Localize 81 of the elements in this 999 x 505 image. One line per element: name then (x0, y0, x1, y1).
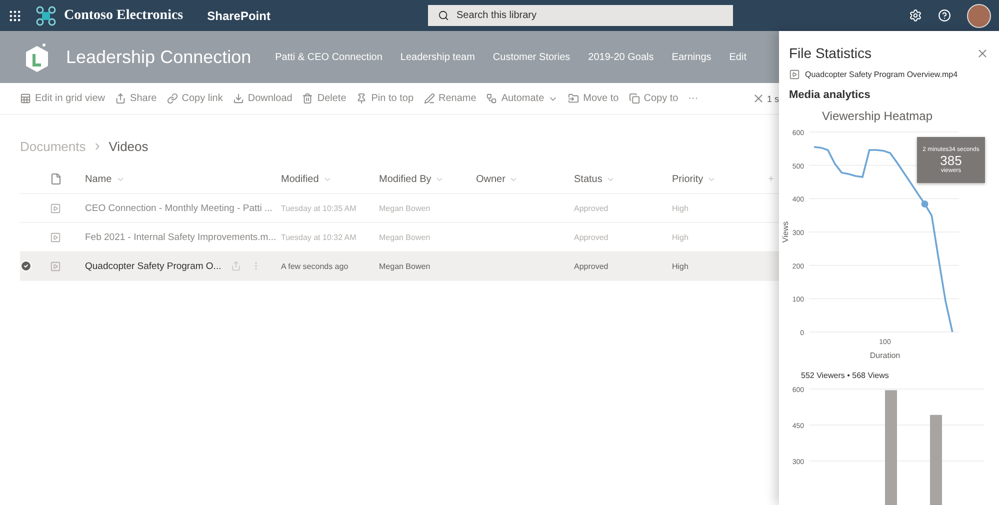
file-name-link[interactable]: Feb 2021 - Internal Safety Improvements.m... (85, 232, 276, 242)
table-cell-text: High (672, 204, 690, 212)
table-cell-text: Tuesday at 10:35 AM (281, 204, 358, 212)
command-button[interactable]: Edit in grid view (20, 93, 106, 104)
trash-icon (302, 93, 314, 104)
more-button[interactable]: ··· (688, 93, 698, 104)
table-row[interactable]: Quadcopter Safety Program O... A few seconds ago Megan Bowen Approved High (20, 252, 780, 281)
breadcrumb-link[interactable]: Videos (108, 138, 148, 154)
command-button[interactable]: Move to (568, 93, 619, 104)
table-cell-text: Megan Bowen (379, 262, 432, 270)
file-type-icon (50, 173, 62, 185)
table-cell-text: Tuesday at 10:32 AM (281, 232, 358, 242)
nav-link[interactable]: Earnings (672, 52, 712, 62)
nav-link[interactable]: Leadership team (400, 52, 475, 62)
search-field[interactable]: Search this library (428, 5, 734, 26)
clear-selection-button[interactable]: 1 s (752, 92, 780, 105)
table-cell-text: High (672, 232, 690, 242)
command-button[interactable]: Rename (424, 93, 476, 104)
settings-icon[interactable] (909, 9, 922, 22)
breadcrumb-link[interactable]: Documents (20, 138, 86, 154)
command-button[interactable]: Share (115, 93, 157, 104)
nav-link[interactable]: 2019-20 Goals (588, 52, 654, 62)
file-name-link[interactable]: Quadcopter Safety Program O... (85, 260, 222, 272)
command-button[interactable]: Delete (302, 93, 346, 104)
share-icon (115, 93, 126, 104)
panel-title: File Statistics (789, 45, 872, 61)
table-cell-text: A few seconds ago (281, 262, 350, 270)
app-launcher-icon[interactable] (8, 8, 22, 22)
table-cell-text: Megan Bowen (379, 232, 432, 242)
site-title: Leadership Connection (66, 46, 252, 68)
table-cell-text: Approved (574, 262, 610, 270)
brand-name: Contoso Electronics (64, 8, 184, 24)
video-file-icon (50, 260, 61, 272)
file-name: Quadcopter Safety Program Overview.mp4 (805, 70, 958, 79)
site-logo-icon (24, 42, 50, 72)
command-button[interactable]: Copy to (628, 93, 678, 104)
chart-title: Viewership Heatmap (822, 109, 934, 123)
command-button[interactable]: Copy link (166, 93, 223, 104)
link-icon (166, 93, 178, 104)
command-button[interactable]: Download (232, 93, 292, 104)
hover-point (921, 200, 928, 208)
nav-link[interactable]: Patti & CEO Connection (275, 52, 382, 62)
check-icon[interactable] (20, 260, 32, 272)
nav-link[interactable]: Edit (729, 52, 746, 62)
table-cell-text: Approved (574, 232, 610, 242)
column-header[interactable]: Modified By (379, 174, 476, 184)
help-icon[interactable] (938, 9, 951, 22)
viewer-summary: 552 Viewers • 568 Views (801, 371, 890, 380)
nav-link[interactable]: Customer Stories (492, 52, 570, 62)
copy-icon (628, 93, 640, 104)
column-header[interactable]: Name (85, 174, 281, 184)
pen-icon (424, 93, 435, 104)
close-icon[interactable] (976, 46, 989, 60)
table-row[interactable]: CEO Connection - Monthly Meeting - Patti ... Tuesday at 10:35 AM Megan Bowen Approved High (20, 194, 780, 223)
tooltip-value: 385 (940, 152, 962, 168)
folder-icon (568, 93, 580, 104)
video-file-icon (50, 202, 61, 214)
table-cell-text: High (672, 262, 690, 270)
flow-icon (486, 93, 498, 104)
drone-logo-icon (36, 6, 56, 26)
y-axis-title: Views (781, 221, 790, 243)
file-name-link[interactable]: CEO Connection - Monthly Meeting - Patti ... (85, 202, 272, 214)
x-axis-title: Duration (870, 351, 900, 360)
avatar[interactable] (967, 4, 991, 28)
column-header[interactable]: Modified (281, 174, 379, 184)
column-header[interactable]: Priority (672, 174, 762, 184)
search-icon (438, 10, 450, 21)
download-icon (232, 93, 244, 104)
command-button[interactable]: Automate (486, 93, 558, 104)
section-heading: Media analytics (789, 89, 872, 101)
table-cell-text: Approved (574, 204, 610, 212)
table-cell-text: Megan Bowen (379, 204, 432, 212)
command-button[interactable]: Pin to top (356, 93, 414, 104)
video-file-icon (50, 232, 61, 242)
close-icon (752, 92, 765, 105)
video-file-icon (789, 69, 800, 80)
column-header[interactable]: Owner (476, 174, 574, 184)
grid-icon (20, 93, 31, 104)
pin-icon (356, 93, 368, 104)
app-name[interactable]: SharePoint (207, 8, 270, 22)
column-header[interactable]: Status (574, 174, 672, 184)
